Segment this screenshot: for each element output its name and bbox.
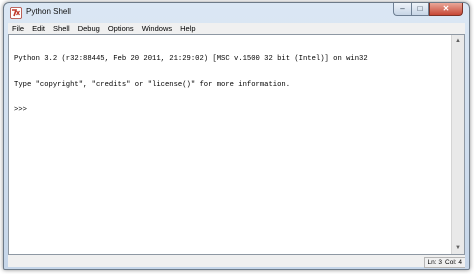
menu-help[interactable]: Help — [176, 24, 199, 33]
minimize-button[interactable]: – — [393, 3, 411, 16]
status-bar: Ln: 3 Col: 4 — [8, 255, 465, 268]
menu-options[interactable]: Options — [104, 24, 138, 33]
maximize-button[interactable]: □ — [411, 3, 429, 16]
caption-buttons: – □ ✕ — [393, 3, 463, 17]
close-button[interactable]: ✕ — [429, 3, 463, 16]
shell-line-info: Type "copyright", "credits" or "license(… — [14, 80, 291, 89]
shell-prompt[interactable]: >>> — [14, 106, 452, 115]
window-title: Python Shell — [26, 7, 71, 16]
vertical-scrollbar[interactable]: ▲ ▼ — [451, 35, 464, 254]
menu-file[interactable]: File — [8, 24, 28, 33]
menu-shell[interactable]: Shell — [49, 24, 74, 33]
title-bar[interactable]: Python Shell – □ ✕ — [4, 3, 469, 23]
shell-client-area: Python 3.2 (r32:88445, Feb 20 2011, 21:2… — [8, 34, 465, 255]
cursor-position: Ln: 3 Col: 4 — [423, 257, 465, 268]
arrow-up-icon[interactable]: ▲ — [452, 35, 464, 47]
status-line: Ln: 3 — [427, 259, 443, 266]
menu-windows[interactable]: Windows — [138, 24, 176, 33]
python-shell-window: Python Shell – □ ✕ File Edit Shell Debug… — [3, 2, 470, 270]
menu-debug[interactable]: Debug — [74, 24, 104, 33]
shell-text-area[interactable]: Python 3.2 (r32:88445, Feb 20 2011, 21:2… — [9, 35, 452, 254]
shell-line-banner: Python 3.2 (r32:88445, Feb 20 2011, 21:2… — [14, 55, 368, 63]
menu-bar: File Edit Shell Debug Options Windows He… — [8, 23, 465, 34]
menu-edit[interactable]: Edit — [28, 24, 49, 33]
python-idle-icon — [10, 7, 22, 19]
status-col: Col: 4 — [445, 259, 462, 266]
arrow-down-icon[interactable]: ▼ — [452, 242, 464, 254]
